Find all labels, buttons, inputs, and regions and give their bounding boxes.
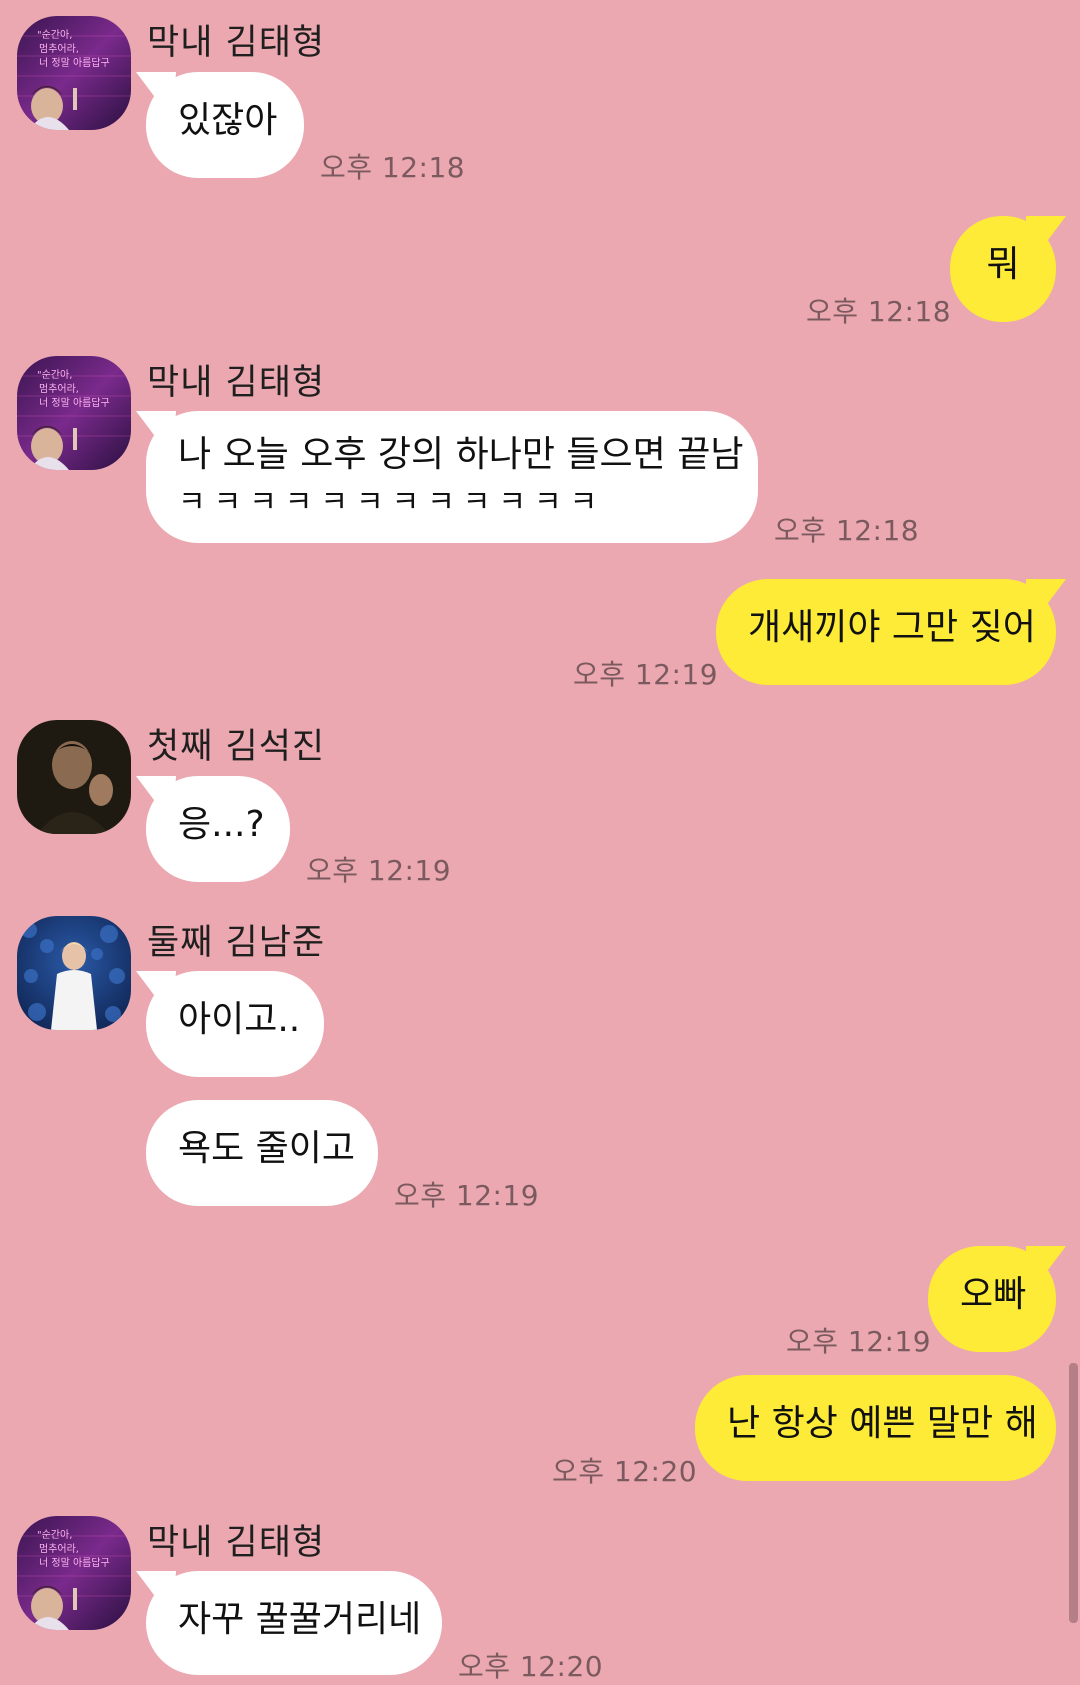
avatar-taehyung[interactable]: "순간아, 멈추어라, 너 정말 아름답구 [17,356,131,470]
svg-text:너 정말 아름답구: 너 정말 아름답구 [39,57,110,69]
avatar-seokjin[interactable] [17,720,131,834]
message-text: 응...? [178,804,265,845]
svg-text:"순간아,: "순간아, [37,369,72,381]
message-bubble[interactable]: 있잖아 [146,72,304,178]
message-time: 오후 12:18 [806,295,952,328]
message-bubble-outgoing[interactable]: 뭐 [950,216,1056,322]
message-bubble-outgoing[interactable]: 난 항상 예쁜 말만 해 [695,1375,1056,1481]
message-bubble[interactable]: 응...? [146,776,290,882]
message-text-laugh: ㅋㅋㅋㅋㅋㅋㅋㅋㅋㅋㅋㅋ [178,485,606,520]
avatar-taehyung[interactable]: "순간아, 멈추어라, 너 정말 아름답구 [17,1516,131,1630]
sender-name: 첫째 김석진 [147,727,326,767]
svg-text:멈추어라,: 멈추어라, [39,1543,79,1555]
message-bubble[interactable]: 아이고.. [146,971,324,1077]
message-time: 오후 12:19 [394,1179,540,1212]
message-text: 있잖아 [178,100,278,141]
avatar-neon-text: "순간아, [37,29,72,41]
message-text: 자꾸 꿀꿀거리네 [178,1599,422,1640]
message-time: 오후 12:20 [552,1455,698,1488]
message-bubble-outgoing[interactable]: 오빠 [928,1246,1056,1352]
message-bubble[interactable]: 욕도 줄이고 [146,1100,378,1206]
svg-text:멈추어라,: 멈추어라, [39,383,79,395]
message-text: 오빠 [960,1274,1027,1315]
message-bubble[interactable]: 자꾸 꿀꿀거리네 [146,1571,442,1675]
message-time: 오후 12:19 [786,1325,932,1358]
message-time: 오후 12:19 [306,854,452,887]
message-time: 오후 12:18 [320,151,466,184]
svg-text:멈추어라,: 멈추어라, [39,43,79,55]
svg-text:"순간아,: "순간아, [37,1529,72,1541]
svg-text:너 정말 아름답구: 너 정말 아름답구 [39,1557,110,1569]
scrollbar[interactable] [1069,1363,1078,1623]
message-text: 아이고.. [178,999,301,1040]
sender-name: 막내 김태형 [147,1523,326,1563]
message-time: 오후 12:19 [573,658,719,691]
message-time: 오후 12:18 [774,514,920,547]
avatar-namjoon[interactable] [17,916,131,1030]
message-text: 난 항상 예쁜 말만 해 [727,1403,1038,1444]
sender-name: 막내 김태형 [147,363,326,403]
message-text: 뭐 [986,244,1020,285]
message-text: 나 오늘 오후 강의 하나만 들으면 끝남 [178,434,744,475]
sender-name: 막내 김태형 [147,23,326,63]
sender-name: 둘째 김남준 [147,923,326,963]
message-text: 개새끼야 그만 짖어 [748,607,1036,648]
svg-text:너 정말 아름답구: 너 정말 아름답구 [39,397,110,409]
message-time: 오후 12:20 [458,1650,604,1683]
message-bubble[interactable]: 나 오늘 오후 강의 하나만 들으면 끝남 ㅋㅋㅋㅋㅋㅋㅋㅋㅋㅋㅋㅋ [146,411,758,543]
message-bubble-outgoing[interactable]: 개새끼야 그만 짖어 [716,579,1056,685]
message-text: 욕도 줄이고 [178,1128,356,1169]
avatar-taehyung[interactable]: "순간아, 멈추어라, 너 정말 아름답구 [17,16,131,130]
